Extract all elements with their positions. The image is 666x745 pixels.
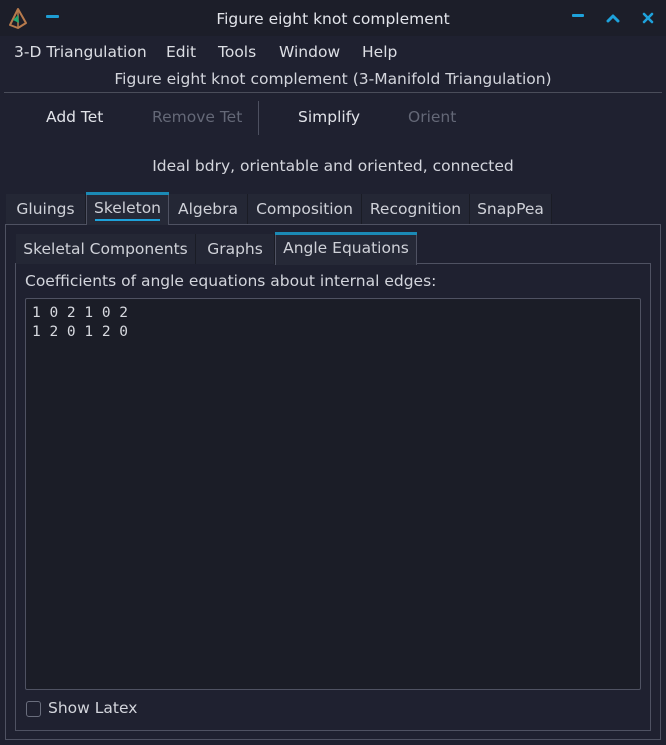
close-button[interactable] xyxy=(638,8,658,28)
remove-tet-button[interactable]: Remove Tet xyxy=(152,108,242,126)
tab-gluings[interactable]: Gluings xyxy=(6,194,86,224)
tab-label: SnapPea xyxy=(477,200,544,218)
tab-label: Skeleton xyxy=(93,199,162,217)
chevron-up-icon xyxy=(606,14,620,23)
tab-label: Graphs xyxy=(207,240,263,258)
tab-composition[interactable]: Composition xyxy=(248,194,362,224)
tab-label: Skeletal Components xyxy=(23,240,188,258)
maximize-button[interactable] xyxy=(603,8,623,28)
tab-label: Angle Equations xyxy=(283,239,409,257)
coefficients-label: Coefficients of angle equations about in… xyxy=(25,272,437,290)
show-latex-checkbox[interactable] xyxy=(26,701,41,717)
packet-title: Figure eight knot complement (3-Manifold… xyxy=(114,70,552,88)
simplify-button[interactable]: Simplify xyxy=(298,108,360,126)
show-latex-label[interactable]: Show Latex xyxy=(48,699,137,717)
triangulation-status: Ideal bdry, orientable and oriented, con… xyxy=(152,157,514,175)
focus-underline xyxy=(95,219,160,221)
menu-help[interactable]: Help xyxy=(362,43,397,61)
tab-graphs[interactable]: Graphs xyxy=(196,234,275,264)
tab-label: Algebra xyxy=(178,200,238,218)
tab-angle-equations[interactable]: Angle Equations xyxy=(275,232,417,265)
tab-label: Composition xyxy=(256,200,353,218)
tab-label: Recognition xyxy=(369,200,462,218)
tab-recognition[interactable]: Recognition xyxy=(362,194,470,224)
angle-equations-textarea[interactable]: 1 0 2 1 0 2 1 2 0 1 2 0 xyxy=(25,298,641,690)
window-title: Figure eight knot complement xyxy=(216,10,450,28)
minimize-button[interactable] xyxy=(568,8,588,28)
add-tet-button[interactable]: Add Tet xyxy=(46,108,103,126)
tab-skeletal-components[interactable]: Skeletal Components xyxy=(16,234,196,264)
orient-button[interactable]: Orient xyxy=(408,108,456,126)
title-bar: Figure eight knot complement xyxy=(0,0,666,36)
menu-edit[interactable]: Edit xyxy=(166,43,196,61)
tab-label: Gluings xyxy=(16,200,75,218)
toolbar-separator xyxy=(258,101,259,135)
tab-snappea[interactable]: SnapPea xyxy=(470,194,552,224)
tab-algebra[interactable]: Algebra xyxy=(169,194,248,224)
close-icon xyxy=(642,12,654,24)
menu-tools[interactable]: Tools xyxy=(218,43,256,61)
menu-3d-triangulation[interactable]: 3-D Triangulation xyxy=(14,43,147,61)
menu-bar: 3-D Triangulation Edit Tools Window Help xyxy=(0,36,666,66)
tab-skeleton[interactable]: Skeleton xyxy=(86,192,169,225)
menu-window[interactable]: Window xyxy=(279,43,340,61)
header-divider xyxy=(4,92,662,93)
